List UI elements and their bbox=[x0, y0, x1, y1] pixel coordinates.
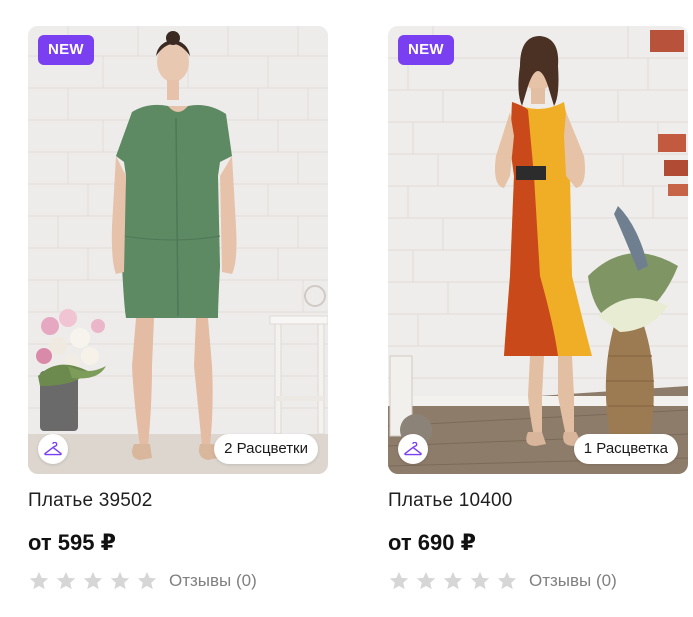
rating-row[interactable]: Отзывы (0) bbox=[28, 570, 328, 592]
new-badge: NEW bbox=[398, 35, 454, 65]
colors-count-badge[interactable]: 1 Расцветка bbox=[573, 434, 678, 464]
star-icon bbox=[56, 571, 76, 590]
product-card[interactable]: NEW 2 Расцветки Платье 39502 от 595 ₽ От… bbox=[28, 26, 328, 592]
reviews-link[interactable]: Отзывы (0) bbox=[169, 571, 257, 591]
colors-count-badge[interactable]: 2 Расцветки bbox=[214, 434, 318, 464]
product-price: от 595 ₽ bbox=[28, 530, 116, 555]
reviews-link[interactable]: Отзывы (0) bbox=[529, 571, 617, 591]
product-price: от 690 ₽ bbox=[388, 530, 476, 555]
star-icon bbox=[497, 571, 517, 590]
new-badge: NEW bbox=[38, 35, 94, 65]
product-photo bbox=[388, 26, 688, 474]
product-image[interactable]: NEW 1 Расцветка bbox=[388, 26, 688, 474]
star-icon bbox=[416, 571, 436, 590]
hanger-icon[interactable] bbox=[38, 434, 68, 464]
star-icon bbox=[29, 571, 49, 590]
hanger-icon-glyph bbox=[44, 442, 62, 456]
star-icon bbox=[83, 571, 103, 590]
product-photo bbox=[28, 26, 328, 474]
star-icon bbox=[443, 571, 463, 590]
star-rating[interactable] bbox=[28, 570, 158, 592]
star-icon bbox=[137, 571, 157, 590]
product-title[interactable]: Платье 39502 bbox=[28, 490, 328, 512]
star-rating[interactable] bbox=[388, 570, 518, 592]
rating-row[interactable]: Отзывы (0) bbox=[388, 570, 688, 592]
product-card[interactable]: NEW 1 Расцветка Платье 10400 от 690 ₽ От… bbox=[388, 26, 688, 592]
product-title[interactable]: Платье 10400 bbox=[388, 490, 688, 512]
hanger-icon-glyph bbox=[404, 442, 422, 456]
star-icon bbox=[470, 571, 490, 590]
star-icon bbox=[389, 571, 409, 590]
product-image[interactable]: NEW 2 Расцветки bbox=[28, 26, 328, 474]
star-icon bbox=[110, 571, 130, 590]
hanger-icon[interactable] bbox=[398, 434, 428, 464]
